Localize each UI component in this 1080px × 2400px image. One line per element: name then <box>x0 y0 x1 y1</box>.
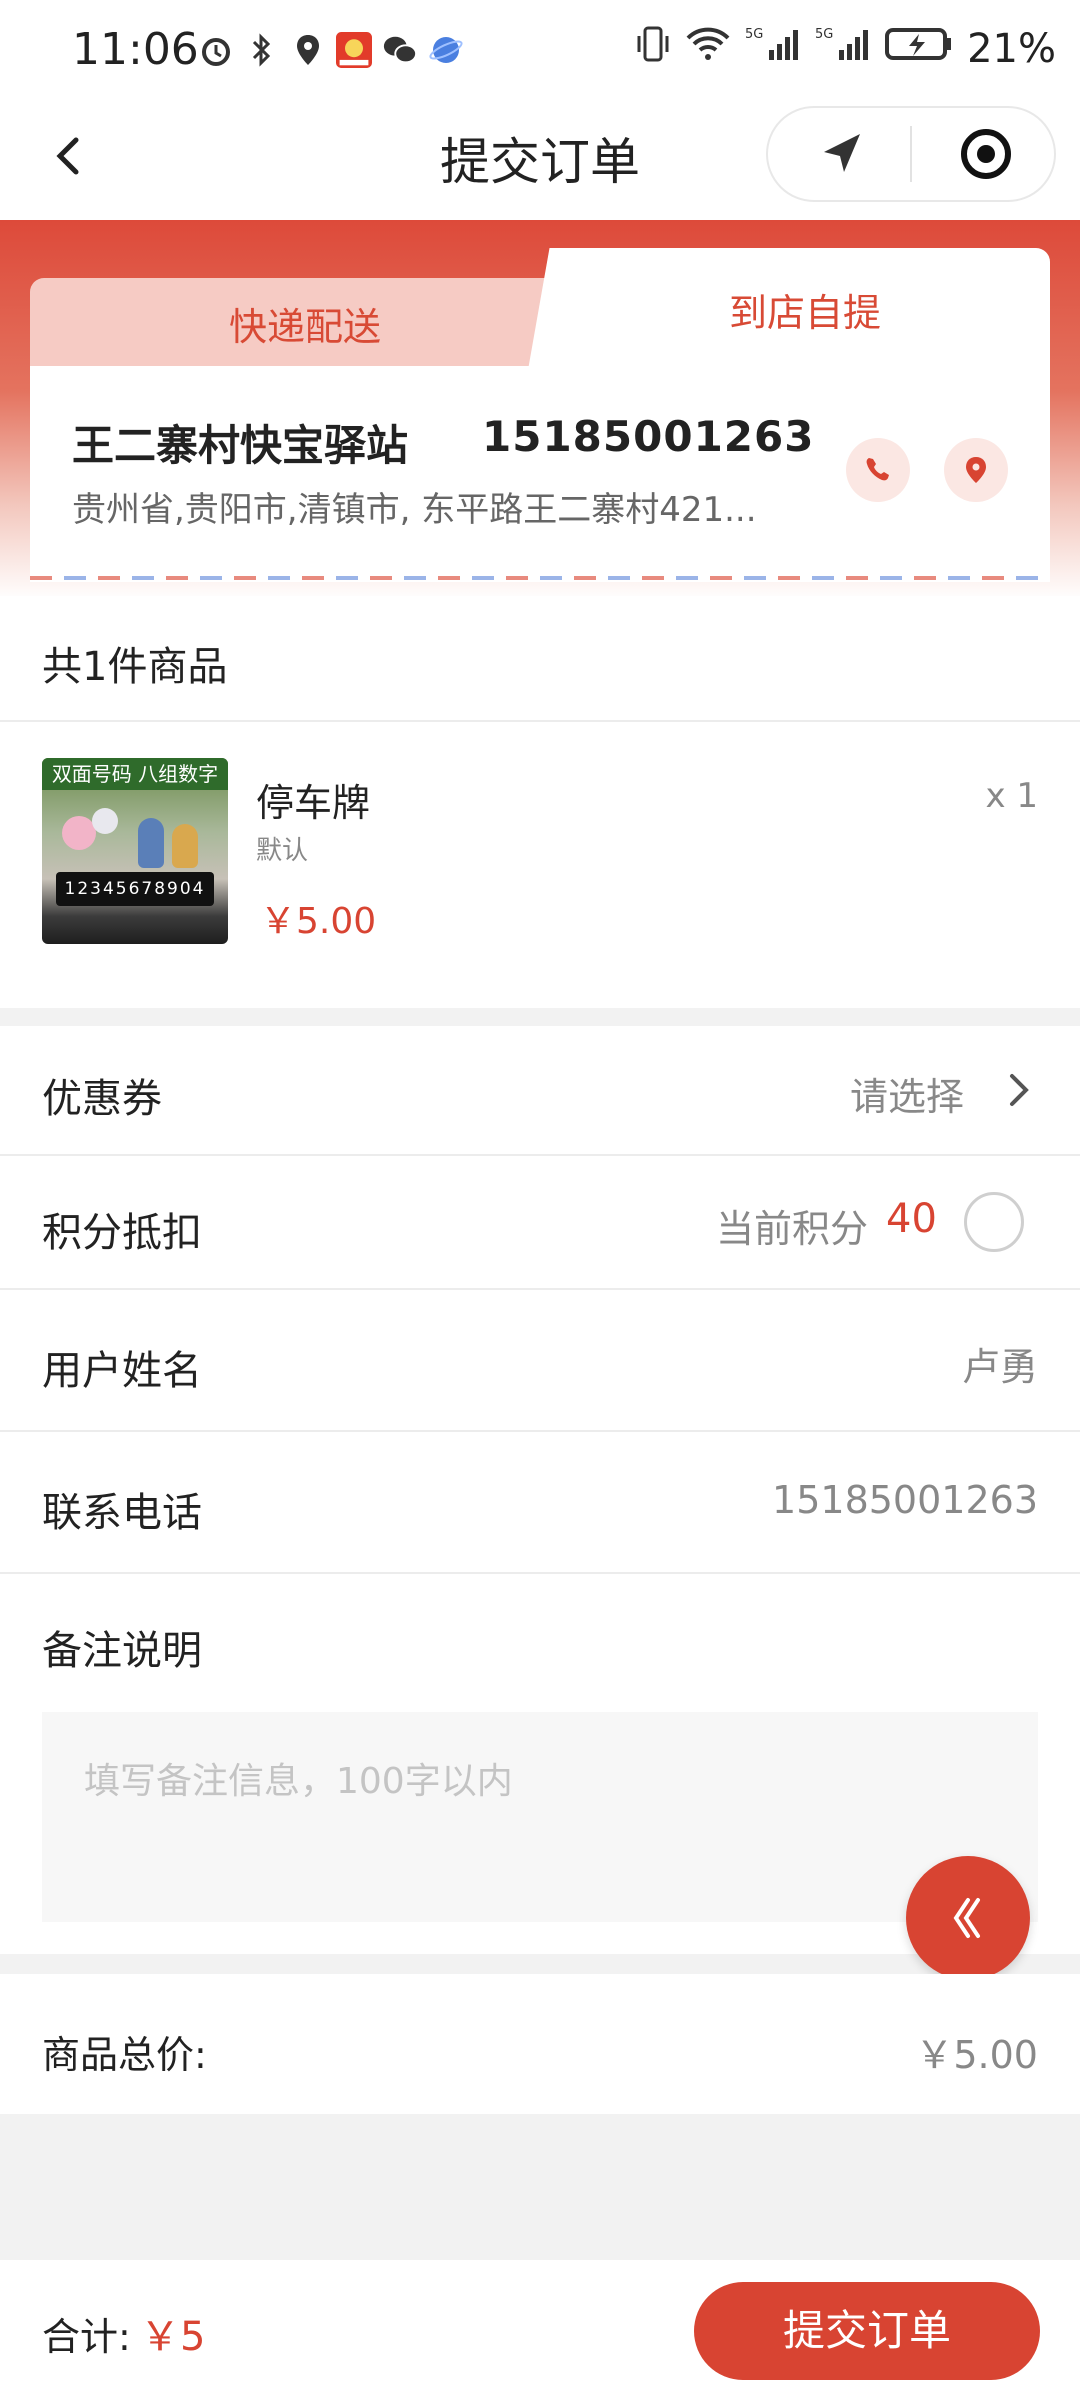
product-price: ￥5.00 <box>260 901 377 942</box>
goods-total-value: ￥5.00 <box>915 2033 1038 2077</box>
status-notification-icons <box>198 28 464 72</box>
tab-pickup-label[interactable]: 到店自提 <box>560 282 1050 337</box>
contact-phone-value[interactable]: 15185001263 <box>772 1478 1038 1522</box>
balloon-shape <box>62 816 96 850</box>
taobao-app-icon <box>336 32 372 68</box>
signal-5g-icon-1: 5G <box>745 24 801 74</box>
svg-text:5G: 5G <box>815 27 833 42</box>
store-address: 贵州省,贵阳市,清镇市, 东平路王二寨村421... <box>72 490 757 530</box>
product-name: 停车牌 <box>256 781 371 825</box>
remark-label: 备注说明 <box>42 1628 202 1674</box>
airmail-border <box>30 576 1050 580</box>
goods-total-label: 商品总价: <box>42 2033 207 2077</box>
floating-menu-button[interactable] <box>906 1856 1030 1980</box>
points-value: 40 <box>886 1196 937 1242</box>
alarm-icon <box>198 32 234 68</box>
phone-icon <box>866 458 889 481</box>
remark-input[interactable] <box>42 1712 1038 1922</box>
map-pin-icon <box>966 457 986 483</box>
doll-figure <box>138 818 164 868</box>
points-label: 积分抵扣 <box>42 1210 202 1256</box>
user-name-label: 用户姓名 <box>42 1348 202 1394</box>
product-image[interactable]: 双面号码 八组数字 12345678904 <box>42 758 228 944</box>
battery-level: 21% <box>967 26 1056 72</box>
vibrate-icon <box>635 24 671 74</box>
battery-charging-icon <box>885 24 953 74</box>
points-prefix: 当前积分 <box>716 1207 869 1251</box>
total-amount: ￥5 <box>140 2314 206 2360</box>
capsule-divider <box>910 126 912 182</box>
doll-figure <box>172 824 198 868</box>
store-location-button[interactable] <box>944 438 1008 502</box>
remark-placeholder: 填写备注信息，100字以内 <box>84 1761 513 1802</box>
tab-express-label[interactable]: 快递配送 <box>30 296 580 351</box>
store-name: 王二寨村快宝驿站 <box>72 421 409 470</box>
items-count-label: 共1件商品 <box>42 644 228 690</box>
svg-text:5G: 5G <box>745 27 763 42</box>
store-phone: 15185001263 <box>482 412 815 461</box>
points-checkbox[interactable] <box>964 1192 1024 1252</box>
signal-5g-icon-2: 5G <box>815 24 871 74</box>
product-image-plate: 12345678904 <box>56 872 214 906</box>
coupon-value[interactable]: 请选择 <box>850 1066 964 1121</box>
browser-app-icon <box>428 32 464 68</box>
status-time: 11:06 <box>72 24 199 75</box>
coupon-label: 优惠券 <box>42 1076 162 1122</box>
user-name-value[interactable]: 卢勇 <box>962 1336 1038 1391</box>
status-system-icons: 5G 5G 21% <box>635 24 1056 74</box>
bluetooth-icon <box>244 32 280 68</box>
total-label: 合计: <box>42 2315 131 2359</box>
close-target-icon[interactable] <box>956 124 1016 184</box>
balloon-shape <box>92 808 118 834</box>
product-spec: 默认 <box>256 836 309 866</box>
product-image-banner: 双面号码 八组数字 <box>42 758 228 790</box>
double-chevron-left-icon <box>953 1898 980 1938</box>
location-icon <box>290 32 326 68</box>
contact-phone-label: 联系电话 <box>42 1490 202 1536</box>
product-quantity: x 1 <box>985 776 1038 816</box>
chevron-right-icon[interactable] <box>996 1068 1040 1112</box>
submit-order-button[interactable]: 提交订单 <box>694 2282 1040 2380</box>
navigation-arrow-icon[interactable] <box>812 124 872 184</box>
call-store-button[interactable] <box>846 438 910 502</box>
wifi-icon <box>685 24 731 74</box>
wechat-icon <box>382 32 418 68</box>
